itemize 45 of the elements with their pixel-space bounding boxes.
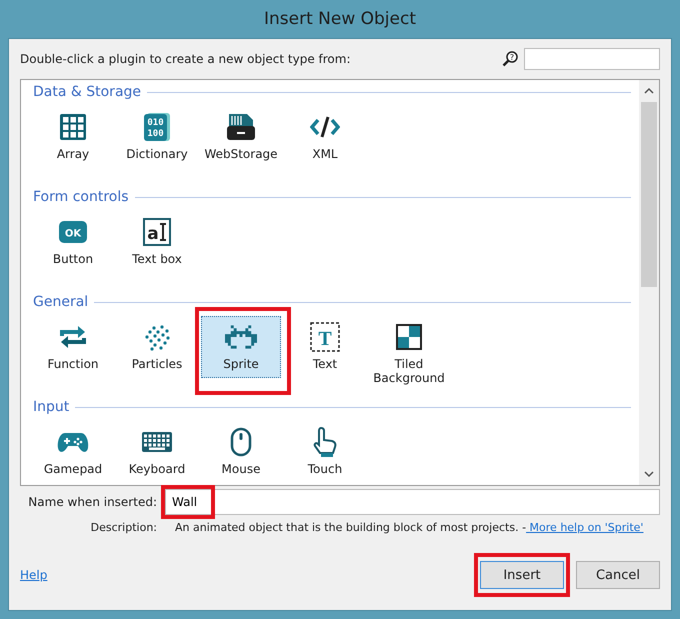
plugin-item[interactable]: Particles — [117, 316, 197, 378]
window-title: Insert New Object — [262, 8, 417, 31]
plugin-item[interactable]: XML — [285, 106, 365, 168]
drive-icon — [226, 113, 256, 141]
search-field[interactable] — [524, 48, 660, 70]
scrollbar[interactable] — [639, 80, 659, 485]
plugin-item[interactable]: Keyboard — [117, 421, 197, 483]
plugin-item[interactable]: Touch — [285, 421, 365, 483]
plugin-item[interactable]: Mouse — [201, 421, 281, 483]
description-label: Description: — [90, 521, 158, 534]
pointing-hand-icon — [312, 426, 338, 458]
plugin-item[interactable]: 010 100 Dictionary — [117, 106, 197, 168]
ok-icon: OK — [58, 220, 88, 244]
help-link[interactable]: More help on 'Sprite' — [526, 521, 644, 534]
section-title: Form controls — [33, 189, 129, 205]
plugin-item[interactable]: a Text box — [117, 211, 197, 273]
keyboard-icon — [141, 431, 173, 453]
grid-icon — [59, 113, 87, 141]
letter-icon: T — [310, 322, 340, 352]
name-field[interactable]: Wall — [165, 489, 660, 515]
plugin-item[interactable]: Sprite — [201, 316, 281, 378]
description-text: An animated object that is the building block of most projects. - — [174, 521, 526, 534]
invader-icon — [225, 325, 257, 349]
dots-icon — [143, 323, 171, 351]
mouse-icon — [230, 427, 252, 457]
insert-button[interactable]: Insert — [480, 561, 564, 589]
section-title: General — [33, 294, 88, 310]
checker-icon — [395, 323, 423, 351]
plugin-item[interactable]: OK Button — [33, 211, 113, 273]
instruction-text: Double-click a plugin to create a new object type from: — [20, 52, 352, 66]
plugin-item[interactable]: Function — [33, 316, 113, 378]
section-title: Data & Storage — [33, 84, 142, 100]
cancel-button[interactable]: Cancel — [576, 561, 660, 589]
text-cursor-icon: a — [143, 218, 171, 246]
arrows-icon — [59, 323, 87, 351]
plugin-item[interactable]: T Text — [285, 316, 365, 378]
plugin-item[interactable]: Tiled Background — [369, 316, 449, 389]
plugin-item[interactable]: Gamepad — [33, 421, 113, 483]
plugin-item[interactable]: WebStorage — [201, 106, 281, 168]
code-icon — [310, 115, 340, 139]
name-label: Name when inserted: — [27, 495, 158, 509]
help-link[interactable]: Help — [20, 568, 48, 582]
section-title: Input — [33, 399, 70, 415]
plugin-item[interactable]: Array — [33, 106, 113, 168]
gamepad-icon — [57, 430, 89, 454]
